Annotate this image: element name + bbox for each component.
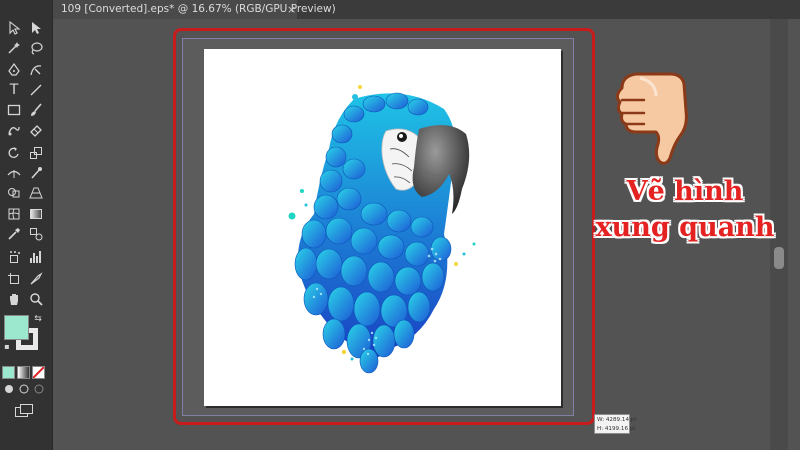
- swap-fill-stroke-icon[interactable]: ⇆: [32, 313, 44, 325]
- column-graph-tool-icon[interactable]: [27, 249, 45, 265]
- line-segment-tool-icon[interactable]: [27, 82, 45, 98]
- gradient-mode-icon[interactable]: [17, 366, 30, 379]
- draw-normal-icon[interactable]: [2, 383, 16, 395]
- eraser-tool-icon[interactable]: [27, 122, 45, 138]
- type-tool-icon[interactable]: T: [5, 82, 23, 98]
- hand-tool-icon[interactable]: [5, 291, 23, 307]
- blend-tool-icon[interactable]: [27, 226, 45, 242]
- slice-tool-icon[interactable]: [27, 271, 45, 287]
- document-tab-bar: 109 [Converted].eps* @ 16.67% (RGB/GPU P…: [53, 0, 800, 19]
- tools-panel: T ⇆ ▪: [0, 0, 53, 450]
- width-tool-icon[interactable]: [5, 165, 23, 181]
- perspective-grid-tool-icon[interactable]: [27, 185, 45, 201]
- color-mode-icon[interactable]: [2, 366, 15, 379]
- gradient-tool-icon[interactable]: [27, 206, 45, 222]
- shaper-tool-icon[interactable]: [5, 122, 23, 138]
- close-tab-icon[interactable]: ×: [287, 0, 296, 19]
- mesh-tool-icon[interactable]: [5, 206, 23, 222]
- fill-color-swatch[interactable]: [4, 315, 29, 340]
- zoom-tool-icon[interactable]: [27, 291, 45, 307]
- default-colors-icon[interactable]: ▪: [1, 341, 13, 353]
- lasso-tool-icon[interactable]: [27, 40, 45, 56]
- scrollbar-thumb[interactable]: [774, 247, 784, 269]
- tooltip-height: H: 4199.16 pt: [597, 426, 636, 432]
- curvature-tool-icon[interactable]: [27, 62, 45, 78]
- symbol-sprayer-tool-icon[interactable]: [5, 249, 23, 265]
- rectangle-tool-icon[interactable]: [5, 102, 23, 118]
- highlight-annotation-box: [173, 28, 595, 425]
- scale-tool-icon[interactable]: [27, 145, 45, 161]
- annotation-caption: Vẽ hình xung quanh: [590, 174, 780, 246]
- direct-selection-tool-icon[interactable]: [27, 20, 45, 36]
- eyedropper-tool-icon[interactable]: [5, 226, 23, 242]
- artboard-tool-icon[interactable]: [5, 271, 23, 287]
- screen-mode-icon[interactable]: [14, 404, 34, 418]
- document-tab[interactable]: 109 [Converted].eps* @ 16.67% (RGB/GPU P…: [53, 0, 336, 19]
- shape-builder-tool-icon[interactable]: [5, 185, 23, 201]
- pen-tool-icon[interactable]: [5, 62, 23, 78]
- paintbrush-tool-icon[interactable]: [27, 102, 45, 118]
- puppet-warp-tool-icon[interactable]: [27, 165, 45, 181]
- draw-behind-icon[interactable]: [17, 383, 31, 395]
- draw-inside-icon[interactable]: [32, 383, 46, 395]
- none-mode-icon[interactable]: [32, 366, 45, 379]
- magic-wand-tool-icon[interactable]: [5, 40, 23, 56]
- artboard-size-tooltip: W: 4289.14 pt H: 4199.16 pt: [594, 414, 637, 434]
- caption-line-2: xung quanh: [595, 212, 775, 243]
- rotate-tool-icon[interactable]: [5, 145, 23, 161]
- caption-line-1: Vẽ hình: [626, 176, 744, 207]
- pointing-hand-icon: [615, 72, 688, 165]
- selection-tool-icon[interactable]: [5, 20, 23, 36]
- tooltip-width: W: 4289.14 pt: [597, 417, 637, 423]
